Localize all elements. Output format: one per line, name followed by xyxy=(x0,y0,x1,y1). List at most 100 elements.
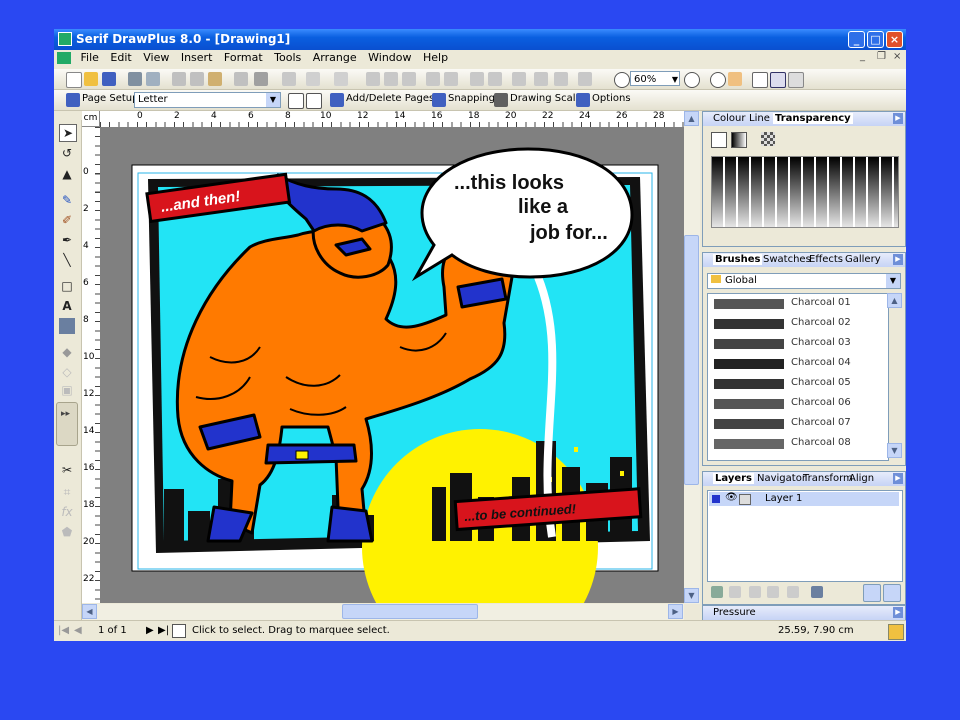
node-tool-icon[interactable]: ▲ xyxy=(59,166,75,182)
actual-size-icon[interactable] xyxy=(752,72,768,88)
options-button[interactable]: Options xyxy=(592,93,631,104)
menu-window[interactable]: Window xyxy=(364,50,415,65)
first-page-icon[interactable]: |◀ xyxy=(58,625,69,636)
menu-help[interactable]: Help xyxy=(419,50,452,65)
list-item[interactable]: Charcoal 01 xyxy=(714,296,894,312)
paintbrush-tool-icon[interactable]: ✐ xyxy=(59,212,75,228)
new-icon[interactable] xyxy=(66,72,82,88)
tab-pressure[interactable]: Pressure xyxy=(713,607,756,618)
vertical-scrollbar[interactable]: ▲ ▼ xyxy=(684,111,700,604)
text-tool-icon[interactable]: A xyxy=(59,298,75,314)
menu-file[interactable]: File xyxy=(77,50,103,65)
tab-brushes[interactable]: Brushes xyxy=(713,254,763,265)
prev-page-icon[interactable]: ◀ xyxy=(74,625,82,636)
list-item[interactable]: 👁 Layer 1 xyxy=(709,492,899,506)
scroll-left-icon[interactable]: ◀ xyxy=(82,604,97,619)
doc-minimize-icon[interactable]: _ xyxy=(860,51,865,62)
tab-navigator[interactable]: Navigator xyxy=(757,473,806,484)
add-layer-icon[interactable] xyxy=(711,586,723,598)
maximize-button[interactable]: □ xyxy=(867,31,884,48)
pattern-icon[interactable] xyxy=(761,132,775,146)
menu-edit[interactable]: Edit xyxy=(106,50,135,65)
gradient-icon[interactable] xyxy=(731,132,747,148)
next-page-icon[interactable]: ▶ xyxy=(146,625,154,636)
pencil-tool-icon[interactable]: ✎ xyxy=(59,192,75,208)
horizontal-scrollbar[interactable]: ◀ ▶ xyxy=(82,604,684,620)
list-item[interactable]: Charcoal 04 xyxy=(714,356,894,372)
scroll-right-icon[interactable]: ▶ xyxy=(668,604,683,619)
page-size-select[interactable]: Letter ▼ xyxy=(134,92,281,108)
pan-hand-icon[interactable] xyxy=(728,72,742,86)
layer-options-icon[interactable] xyxy=(863,584,881,602)
menu-format[interactable]: Format xyxy=(220,50,267,65)
ungroup-icon[interactable] xyxy=(444,72,458,86)
open-icon[interactable] xyxy=(84,72,98,86)
print-preview-icon[interactable] xyxy=(146,72,160,86)
zoom-in-icon[interactable] xyxy=(684,72,700,88)
pressure-panel[interactable]: Pressure ▶ xyxy=(702,605,906,620)
replicate-icon[interactable] xyxy=(254,72,268,86)
horizontal-scroll-thumb[interactable] xyxy=(342,604,478,619)
format-painter-icon[interactable] xyxy=(234,72,248,86)
doc-restore-icon[interactable]: ❐ xyxy=(877,51,886,62)
transparency-swatch-grid[interactable] xyxy=(711,156,899,228)
landscape-icon[interactable] xyxy=(306,93,322,109)
snapping-icon[interactable] xyxy=(432,93,446,107)
list-item[interactable]: Charcoal 05 xyxy=(714,376,894,392)
horizontal-ruler[interactable]: 0 2 4 6 8 10 12 14 16 18 20 22 24 26 28 xyxy=(100,111,684,128)
list-item[interactable]: Charcoal 08 xyxy=(714,436,894,452)
quickshape-tool-icon[interactable]: □ xyxy=(59,278,75,294)
tab-swatches[interactable]: Swatches xyxy=(763,254,811,265)
tab-colour[interactable]: Colour xyxy=(713,113,745,124)
drawing-scale-button[interactable]: Drawing Scale xyxy=(510,93,582,104)
add-delete-pages-icon[interactable] xyxy=(330,93,344,107)
envelope-tool-icon[interactable]: ▣ xyxy=(59,382,75,398)
flip-horizontal-icon[interactable] xyxy=(366,72,380,86)
document-icon[interactable] xyxy=(57,52,71,64)
tab-effects[interactable]: Effects xyxy=(809,254,843,265)
fill-tool-icon[interactable]: ◆ xyxy=(59,344,75,360)
scroll-up-icon[interactable]: ▲ xyxy=(887,293,902,308)
eye-icon[interactable]: 👁 xyxy=(725,492,738,503)
cut-icon[interactable] xyxy=(172,72,186,86)
drawing-scale-icon[interactable] xyxy=(494,93,508,107)
straight-line-tool-icon[interactable]: ╲ xyxy=(59,252,75,268)
vertical-scroll-thumb[interactable] xyxy=(684,235,699,485)
lock-icon[interactable] xyxy=(739,494,751,505)
paste-icon[interactable] xyxy=(208,72,222,86)
add-delete-pages-button[interactable]: Add/Delete Pages xyxy=(346,93,434,104)
list-item[interactable]: Charcoal 06 xyxy=(714,396,894,412)
effects-icon[interactable]: fx xyxy=(59,504,75,520)
scroll-up-icon[interactable]: ▲ xyxy=(684,111,699,126)
layer-visibility-icon[interactable] xyxy=(883,584,901,602)
tab-transparency[interactable]: Transparency xyxy=(773,113,853,124)
pointer-tool-icon[interactable]: ➤ xyxy=(59,124,77,142)
scroll-down-icon[interactable]: ▼ xyxy=(684,588,699,603)
options-icon[interactable] xyxy=(576,93,590,107)
menu-tools[interactable]: Tools xyxy=(270,50,305,65)
crop-tool-icon[interactable]: ⌗ xyxy=(59,484,75,500)
subtract-shapes-icon[interactable] xyxy=(554,72,568,86)
menu-view[interactable]: View xyxy=(139,50,173,65)
layer-properties-icon[interactable] xyxy=(811,586,823,598)
picture-tool-icon[interactable] xyxy=(59,318,75,334)
add-shapes-icon[interactable] xyxy=(534,72,548,86)
undo-icon[interactable] xyxy=(306,72,320,86)
rotate-icon[interactable] xyxy=(402,72,416,86)
close-button[interactable]: × xyxy=(886,31,903,48)
merge-layer-icon[interactable] xyxy=(787,586,799,598)
panel-menu-icon[interactable]: ▶ xyxy=(893,254,903,265)
title-bar[interactable]: Serif DrawPlus 8.0 - [Drawing1] _ □ × xyxy=(54,29,906,50)
save-icon[interactable] xyxy=(102,72,116,86)
last-page-icon[interactable]: ▶| xyxy=(158,625,169,636)
tab-gallery[interactable]: Gallery xyxy=(845,254,881,265)
comic-page[interactable]: ...this looks like a job for... ...and t… xyxy=(100,127,684,603)
shadow-tool-icon[interactable]: ⬟ xyxy=(59,524,75,540)
pen-tool-icon[interactable]: ✒ xyxy=(59,232,75,248)
page-setup-icon[interactable] xyxy=(66,93,80,107)
group-icon[interactable] xyxy=(426,72,440,86)
zoom-select[interactable]: 60% ▼ xyxy=(630,71,680,86)
tab-transform[interactable]: Transform xyxy=(803,473,853,484)
panel-menu-icon[interactable]: ▶ xyxy=(893,113,903,124)
combine-icon[interactable] xyxy=(512,72,526,86)
